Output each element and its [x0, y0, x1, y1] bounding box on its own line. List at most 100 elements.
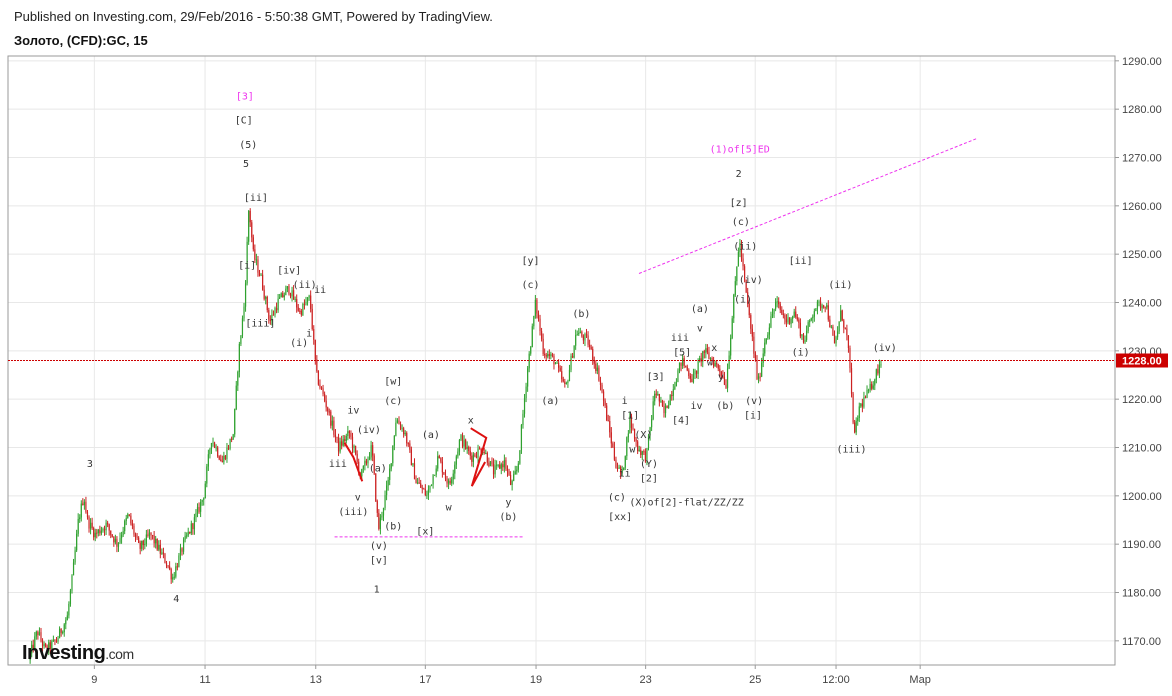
- candle-body: [491, 461, 493, 465]
- candle-body: [753, 336, 755, 354]
- candle-body: [293, 290, 295, 300]
- candle-body: [582, 336, 585, 341]
- candle-body: [654, 393, 656, 402]
- wave-label: (iv): [739, 275, 763, 286]
- candle-body: [599, 380, 602, 385]
- wave-label: w: [707, 357, 714, 368]
- candle-body: [759, 376, 761, 378]
- wave-label: (Y): [640, 459, 658, 470]
- candle-body: [410, 449, 412, 466]
- candle-body: [668, 405, 670, 408]
- candle-body: [229, 438, 231, 449]
- candle-body: [345, 436, 347, 442]
- wave-label: [iv]: [277, 266, 301, 277]
- candle-body: [805, 331, 808, 340]
- candle-body: [274, 308, 276, 315]
- candle-body: [731, 318, 733, 339]
- candle-body: [71, 575, 73, 591]
- candle-body: [774, 301, 777, 310]
- candle-body: [810, 318, 812, 321]
- wave-label: [ii]: [244, 193, 268, 204]
- candle-body: [234, 409, 236, 435]
- candle-body: [716, 363, 718, 365]
- candle-body: [531, 326, 533, 348]
- y-axis: 1170.00 1180.00 1190.00 1200.00 1210.00 1220.…: [1115, 56, 1162, 648]
- wave-label: (iv): [357, 425, 381, 436]
- candle-body: [554, 363, 557, 365]
- candle-body: [874, 379, 876, 386]
- wave-label: i: [622, 396, 628, 407]
- candle-body: [122, 531, 124, 536]
- candle-body: [313, 329, 315, 340]
- candle-body: [559, 367, 561, 372]
- candle-body: [144, 543, 146, 546]
- candle-body: [407, 443, 409, 445]
- candle-body: [60, 628, 62, 633]
- candle-body: [224, 455, 227, 460]
- candle-body: [460, 435, 462, 441]
- candle-body: [381, 515, 383, 518]
- candle-body: [784, 315, 786, 320]
- candle-body: [792, 316, 794, 319]
- candle-body: [151, 535, 154, 537]
- candle-body: [297, 307, 299, 311]
- wave-label: (b): [572, 309, 590, 320]
- candle-body: [736, 266, 738, 282]
- candle-body: [83, 501, 85, 506]
- candle-body: [813, 311, 815, 317]
- candle-body: [878, 365, 881, 374]
- wave-label: y: [505, 498, 511, 509]
- candle-body: [858, 406, 860, 419]
- candle-body: [558, 362, 560, 368]
- candle-body: [136, 536, 138, 538]
- candle-body: [728, 355, 730, 369]
- candle-body: [176, 566, 178, 568]
- candle-body: [694, 370, 696, 375]
- candle-body: [485, 453, 487, 455]
- candle-body: [496, 464, 498, 466]
- candle-body: [240, 335, 242, 344]
- candle-body: [737, 252, 739, 267]
- candle-body: [627, 433, 629, 438]
- candle-body: [514, 471, 516, 475]
- wave-label: w: [446, 502, 453, 513]
- candle-body: [626, 437, 628, 457]
- candle-body: [657, 394, 659, 396]
- candle-body: [342, 439, 344, 446]
- candle-body: [319, 384, 321, 388]
- candle-body: [861, 403, 863, 407]
- price-chart[interactable]: 34[3][C](5)5[ii][i] [iv](ii)ii[iii]i(i)[w…: [0, 0, 1172, 696]
- candle-body: [767, 334, 769, 339]
- candle-body: [513, 474, 515, 481]
- candle-body: [167, 565, 169, 567]
- candle-body: [615, 459, 617, 468]
- candle-body: [799, 322, 801, 337]
- candle-body: [713, 360, 715, 367]
- candle-body: [337, 437, 340, 452]
- candle-body: [607, 420, 609, 422]
- candle-body: [550, 354, 552, 356]
- candle-body: [379, 517, 381, 529]
- candle-body: [207, 454, 209, 467]
- candle-body: [320, 387, 323, 389]
- candle-body: [756, 360, 758, 379]
- candle-body: [223, 455, 225, 463]
- candle-body: [141, 540, 143, 549]
- candle-body: [585, 334, 588, 336]
- candle-body: [764, 342, 766, 354]
- candle-body: [454, 464, 456, 474]
- candle-body: [330, 411, 332, 426]
- candle-body: [610, 432, 612, 444]
- candle-body: [824, 307, 826, 309]
- wave-label: (v): [370, 541, 388, 552]
- candle-body: [669, 395, 671, 406]
- candle-body: [215, 447, 217, 449]
- candle-body: [602, 391, 605, 401]
- candle-body: [584, 334, 586, 341]
- candle-body: [244, 283, 247, 307]
- candle-body: [652, 401, 654, 420]
- candle-body: [226, 447, 228, 460]
- wave-label: [x]: [416, 527, 434, 538]
- candle-body: [172, 577, 174, 580]
- y-tick-label: 1240.00: [1122, 298, 1162, 310]
